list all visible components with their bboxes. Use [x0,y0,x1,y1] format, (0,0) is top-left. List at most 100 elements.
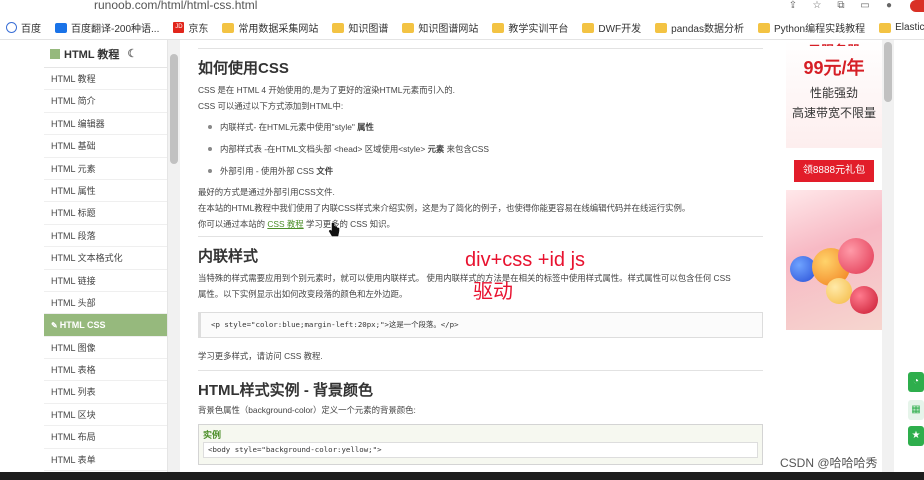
divider [198,48,763,49]
watermark: CSDN @哈哈哈秀 [780,456,878,470]
sidebar: HTML 教程 ☾ HTML 教程 HTML 简介 HTML 编辑器 HTML … [44,40,168,472]
paragraph: 最好的方式是通过外部引用CSS文件. [198,187,335,197]
bookmark-folder[interactable]: pandas数据分析 [655,20,744,35]
baidu-icon [6,22,17,33]
ad-artwork [786,190,882,330]
paragraph: 你可以通过本站的 CSS 教程 学习更多的 CSS 知识。 [198,219,395,229]
sidebar-item[interactable]: HTML 元素 [44,158,167,180]
sidebar-title: HTML 教程 ☾ [44,40,167,68]
sidebar-scroll-thumb[interactable] [170,54,178,164]
sidebar-item[interactable]: HTML 教程 [44,68,167,91]
profile-icon[interactable]: ● [882,0,896,11]
annotation-text: div+css +id js [465,249,586,271]
taskbar [0,472,924,480]
example-label: 实例 [203,430,222,440]
bookmark-folder[interactable]: DWF开发 [582,20,641,35]
list-item: 内部样式表 -在HTML文档头部 <head> 区域使用<style> 元素 来… [208,138,783,160]
code-block: <body style="background-color:yellow;"> [203,442,758,458]
bookmark-folder[interactable]: Python编程实践教程 [757,20,865,35]
sidebar-item[interactable]: HTML 段落 [44,225,167,248]
divider [198,370,763,371]
ad-ball [826,278,852,304]
section-title-bg-color: HTML样式实例 - 背景颜色 [198,382,373,399]
ad-button[interactable]: 领8888元礼包 [794,160,874,182]
sidebar-item[interactable]: HTML 基础 [44,135,167,158]
folder-icon [582,22,595,33]
example-box: 实例 <body style="background-color:yellow;… [198,424,763,465]
folder-icon [492,22,505,33]
bookmark-star-icon[interactable]: ☆ [810,0,824,11]
folder-icon [757,22,770,33]
bookmark-folder[interactable]: 教学实训平台 [492,20,568,35]
divider [198,236,763,237]
url-text[interactable]: runoob.com/html/html-css.html [94,0,257,12]
qr-icon[interactable]: ▦ [908,400,924,420]
paragraph: CSS 是在 HTML 4 开始使用的,是为了更好的渲染HTML元素而引入的. [198,85,455,95]
sidebar-item[interactable]: HTML 表格 [44,359,167,382]
bookmark-jd[interactable]: JD 京东 [173,20,208,35]
left-gutter [0,40,44,472]
folder-icon [879,22,892,33]
ad-price: 99元/年 [803,58,865,78]
sidebar-item[interactable]: HTML 图像 [44,337,167,360]
ad-top: 云服务器 99元/年 性能强劲 高速带宽不限量 [786,40,882,148]
bookmark-folder[interactable]: Elasticsearch [879,22,924,33]
bookmarks-bar: 百度 百度翻译-200种语... JD 京东 常用数据采集网站 知识图谱 知识图谱… [0,16,924,40]
jd-icon: JD [173,22,185,33]
sidebar-item[interactable]: HTML 编辑器 [44,113,167,136]
translate-icon [55,22,67,33]
folder-icon [332,22,345,33]
address-bar[interactable]: runoob.com/html/html-css.html ⇪ ☆ ⧉ ▭ ● … [0,0,924,16]
css-tutorial-link[interactable]: CSS 教程 [267,219,303,229]
sidebar-item[interactable]: HTML 文本格式化 [44,247,167,270]
sidebar-item[interactable]: HTML 简介 [44,90,167,113]
ad-bottom [786,330,882,472]
ad-ball [838,238,874,274]
ad-line: 性能强劲 [809,86,858,100]
pencil-icon: ✎ [51,321,58,331]
bookmark-folder[interactable]: 知识图谱网站 [402,20,478,35]
sidebar-item[interactable]: HTML 表单 [44,449,167,472]
hand-cursor-icon [328,222,340,238]
folder-icon [655,22,668,33]
annotation-text: 驱动 [473,281,513,303]
folder-icon [402,22,415,33]
sidebar-item-active[interactable]: ✎ HTML CSS [44,314,167,337]
paragraph: 学习更多样式，请访问 CSS 教程. [198,351,323,361]
dark-mode-icon[interactable]: ☾ [127,47,137,60]
sidebar-item[interactable]: HTML 布局 [44,426,167,449]
sidebar-item[interactable]: HTML 属性 [44,180,167,203]
bookmark-translate[interactable]: 百度翻译-200种语... [55,20,159,35]
folder-icon [222,22,235,33]
sidebar-item[interactable]: HTML 链接 [44,270,167,292]
bullet-list: 内联样式- 在HTML元素中使用"style" 属性 内部样式表 -在HTML文… [208,116,783,182]
sidebar-item[interactable]: HTML 区块 [44,404,167,427]
section-title-how-to-use: 如何使用CSS [198,60,289,77]
ad-line: 高速带宽不限量 [791,106,876,120]
extensions-icon[interactable]: ⧉ [834,0,848,11]
code-block: <p style="color:blue;margin-left:20px;">… [198,312,763,338]
sidebar-item[interactable]: HTML 头部 [44,292,167,315]
bookmark-folder[interactable]: 常用数据采集网站 [222,20,318,35]
list-item: 外部引用 - 使用外部 CSS 文件 [208,160,783,182]
sidebar-icon[interactable]: ▭ [858,0,872,11]
page-scrollbar[interactable] [882,40,894,472]
paragraph: 背景色属性（background-color）定义一个元素的背景颜色: [198,405,416,415]
list-item: 内联样式- 在HTML元素中使用"style" 属性 [208,116,783,138]
book-icon [50,48,60,59]
ad-banner[interactable]: 云服务器 99元/年 性能强劲 高速带宽不限量 领8888元礼包 [786,40,882,472]
paragraph: CSS 可以通过以下方式添加到HTML中: [198,101,344,111]
ad-ball [850,286,878,314]
star-icon[interactable]: ★ [908,426,924,446]
share-icon[interactable]: ⇪ [786,0,800,11]
address-bar-actions: ⇪ ☆ ⧉ ▭ ● ⋮ [786,0,920,11]
feedback-icon[interactable]: ◔ [908,372,924,392]
sidebar-item[interactable]: HTML 列表 [44,381,167,404]
sidebar-item[interactable]: HTML 标题 [44,202,167,225]
paragraph: 在本站的HTML教程中我们使用了内联CSS样式来介绍实例，这是为了简化的例子，也… [198,203,691,213]
bookmark-folder[interactable]: 知识图谱 [332,20,388,35]
sidebar-scrollbar[interactable] [168,40,180,472]
page-scroll-thumb[interactable] [884,42,892,102]
bookmark-baidu[interactable]: 百度 [6,20,41,35]
update-badge[interactable] [910,0,924,12]
